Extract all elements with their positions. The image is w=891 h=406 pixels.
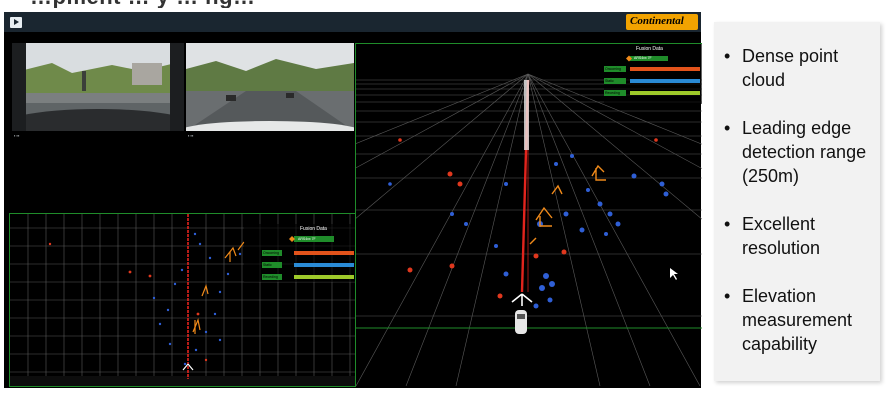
fusion-panel-right-graphic [604, 44, 702, 104]
camera-view-2 [186, 43, 354, 131]
radar-visualization-screen: Continental ▪ ▪▪ ▪ ▪▪ Fusion Data ARS4xx… [4, 12, 702, 388]
fusion-panel-right-row-static: Static [605, 79, 614, 83]
fusion-panel-left-row-static: Static [263, 263, 272, 267]
camera-image-1 [12, 43, 184, 131]
brand-label: Continental [630, 15, 684, 27]
fusion-panel-right-row-receding: Receding [605, 91, 620, 95]
bullet-item: Dense point cloud [724, 44, 874, 92]
camera-1-caption: ▪ ▪▪ [14, 133, 20, 138]
fusion-panel-right-row-oncoming: Oncoming [605, 67, 621, 71]
fusion-panel-left-graphic [244, 224, 355, 282]
fusion-panel-right: Fusion Data ARS4xx 7F Oncoming Static Re… [604, 44, 702, 104]
bullet-item: Elevation measurement capability [724, 284, 874, 356]
fusion-panel-right-title: Fusion Data [636, 46, 663, 52]
camera-view-1 [12, 43, 184, 131]
perspective-3d-view: Fusion Data ARS4xx 7F Oncoming Static Re… [355, 43, 702, 386]
slide-title: …pment … y … ng… [30, 0, 256, 8]
camera-image-2 [186, 43, 354, 131]
fusion-panel-left: Fusion Data ARS4xx 7F Oncoming Static Re… [244, 224, 355, 282]
fusion-panel-left-source: ARS4xx 7F [298, 237, 316, 241]
fusion-panel-left-title: Fusion Data [300, 226, 327, 232]
bullet-item: Leading edge detection range (250m) [724, 116, 874, 188]
bullet-item: Excellent resolution [724, 212, 874, 260]
feature-bullet-panel: Dense point cloud Leading edge detection… [714, 22, 880, 381]
brand-logo: Continental [626, 14, 698, 30]
play-icon[interactable] [10, 17, 22, 28]
birds-eye-view: Fusion Data ARS4xx 7F Oncoming Static Re… [9, 213, 356, 387]
feature-bullet-list: Dense point cloud Leading edge detection… [724, 44, 874, 380]
fusion-panel-left-row-oncoming: Oncoming [263, 251, 279, 255]
fusion-panel-right-source: ARS4xx 7F [634, 56, 652, 60]
camera-2-caption: ▪ ▪▪ [188, 133, 194, 138]
fusion-panel-left-row-receding: Receding [263, 275, 278, 279]
slide-title-strip: …pment … y … ng… [0, 0, 700, 8]
top-toolbar: Continental [4, 12, 701, 32]
